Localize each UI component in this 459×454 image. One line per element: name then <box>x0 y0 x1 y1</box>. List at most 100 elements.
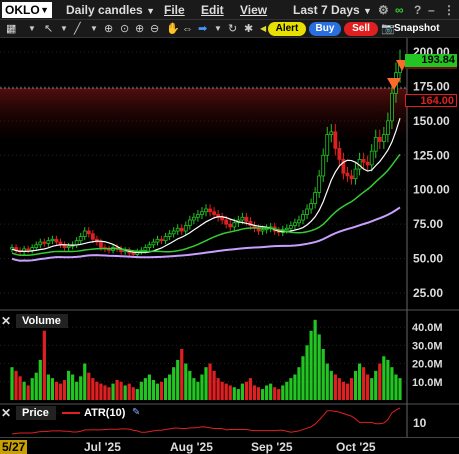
candle-body <box>54 238 59 243</box>
volume-bar <box>370 378 374 400</box>
edit-indicator-icon[interactable]: ✎ <box>132 407 140 418</box>
level-band <box>0 88 407 138</box>
volume-bar <box>244 381 249 400</box>
sync-icon[interactable]: ↻ <box>228 22 237 36</box>
chevron-down-icon: ▼ <box>40 5 49 15</box>
hand-icon[interactable]: ✋ <box>166 22 180 36</box>
volume-bar <box>168 374 172 400</box>
candle-body <box>50 238 55 242</box>
zoom-in-icon[interactable]: ⊕ <box>135 22 144 36</box>
volume-grid <box>0 326 407 383</box>
chevron-down-icon: ▼ <box>146 6 155 16</box>
candle-body <box>288 225 293 229</box>
alert-arrow-icon[interactable]: ◀ <box>260 22 266 36</box>
date-axis: 5/27 Jul '25 Aug '25 Sep '25 Oct '25 <box>0 437 459 454</box>
interval-dropdown[interactable]: Daily candles ▼ <box>66 3 155 17</box>
chevron-down-icon[interactable]: ▼ <box>28 22 36 36</box>
volume-bar <box>79 376 83 400</box>
candle-body <box>200 211 204 215</box>
candle-body <box>208 208 212 213</box>
volume-bar <box>297 367 301 400</box>
volume-bar <box>317 334 321 400</box>
volume-tick-label: 20.0M <box>412 359 443 371</box>
volume-bar <box>224 383 228 400</box>
atr-tab[interactable]: ATR(10) <box>84 406 125 420</box>
volume-bar <box>232 387 236 400</box>
candle-body <box>365 161 370 166</box>
crosshair-icon[interactable]: ⊕ <box>104 22 113 36</box>
volume-bar <box>127 383 131 400</box>
price-tick-label: 175.00 <box>413 79 450 93</box>
atr-legend-swatch <box>62 412 80 414</box>
volume-bar <box>285 381 289 400</box>
volume-bar <box>293 374 297 400</box>
volume-tab[interactable]: Volume <box>16 314 68 328</box>
gear-icon[interactable]: ⚙ <box>378 3 389 17</box>
chevron-down-icon[interactable]: ▼ <box>60 22 68 36</box>
symbol-selector[interactable]: OKLO ▼ <box>2 2 52 18</box>
chart-area[interactable]: 200.00175.00150.00125.00100.0075.0050.00… <box>0 38 459 437</box>
volume-bar <box>155 383 160 400</box>
volume-bar <box>313 319 317 400</box>
candle-body <box>163 236 168 242</box>
scroll-icon[interactable]: ⇔ <box>182 22 193 36</box>
volume-bar <box>115 379 119 400</box>
settings-icon[interactable]: ✱ <box>244 22 253 36</box>
close-icon[interactable]: ✕ <box>1 406 11 420</box>
chart-window: OKLO ▼ Daily candles ▼ File Edit View La… <box>0 0 459 454</box>
candle-body <box>305 208 309 215</box>
candle-body <box>82 230 87 237</box>
volume-bar <box>200 374 204 400</box>
candle-body <box>38 241 43 246</box>
snapshot-button[interactable]: Snapshot <box>392 22 456 36</box>
volume-bar <box>119 381 123 400</box>
buy-button[interactable]: Buy <box>309 22 341 36</box>
zoom-out-icon[interactable]: ⊖ <box>150 22 159 36</box>
volume-bar <box>71 374 75 400</box>
menu-edit[interactable]: Edit <box>201 3 224 17</box>
alert-button[interactable]: Alert <box>268 22 306 36</box>
candle-body <box>183 225 188 232</box>
help-icon[interactable]: ? <box>414 3 421 17</box>
volume-bar <box>107 387 111 400</box>
draw-line-icon[interactable]: ╱ <box>74 22 81 36</box>
volume-bar <box>281 385 285 400</box>
candle-body <box>369 150 374 166</box>
candle-body <box>159 238 164 242</box>
candle-body <box>46 240 51 244</box>
more-icon[interactable]: ⋮ <box>443 3 455 17</box>
volume-bar <box>26 385 30 400</box>
volume-bar <box>216 378 220 400</box>
volume-bar <box>374 370 378 400</box>
arrow-right-icon[interactable]: ➡ <box>198 22 207 36</box>
volume-bar <box>382 356 386 400</box>
candle-body <box>175 227 180 232</box>
volume-axis: 40.0M 30.0M 20.0M 10.0M <box>412 322 443 389</box>
close-icon[interactable]: ✕ <box>1 314 11 328</box>
minimize-icon[interactable]: – <box>428 3 435 17</box>
volume-bar <box>103 385 107 400</box>
candle-body <box>333 131 338 149</box>
chevron-down-icon[interactable]: ▼ <box>214 22 222 36</box>
volume-bar <box>163 378 168 400</box>
price-tab[interactable]: Price <box>16 406 56 420</box>
volume-bar <box>277 389 281 400</box>
chevron-down-icon[interactable]: ▼ <box>90 22 98 36</box>
price-tick-label: 125.00 <box>413 148 450 162</box>
link-icon[interactable]: ∞ <box>395 3 404 17</box>
volume-bar <box>196 381 200 400</box>
volume-bar <box>273 387 277 400</box>
menu-view[interactable]: View <box>240 3 267 17</box>
collapse-icon[interactable]: ⤢ <box>7 24 15 35</box>
candle-body <box>244 216 249 222</box>
cursor-icon[interactable]: ↖ <box>44 22 53 36</box>
candle-body <box>42 241 47 244</box>
range-dropdown[interactable]: Last 7 Days ▼ <box>293 3 372 17</box>
sell-button[interactable]: Sell <box>344 22 378 36</box>
candle-body <box>329 131 334 136</box>
volume-bar <box>357 363 362 400</box>
candle-body <box>179 227 184 232</box>
menu-file[interactable]: File <box>164 3 185 17</box>
candle-body <box>167 233 172 237</box>
zoom-icon[interactable]: ⊙ <box>120 22 129 36</box>
